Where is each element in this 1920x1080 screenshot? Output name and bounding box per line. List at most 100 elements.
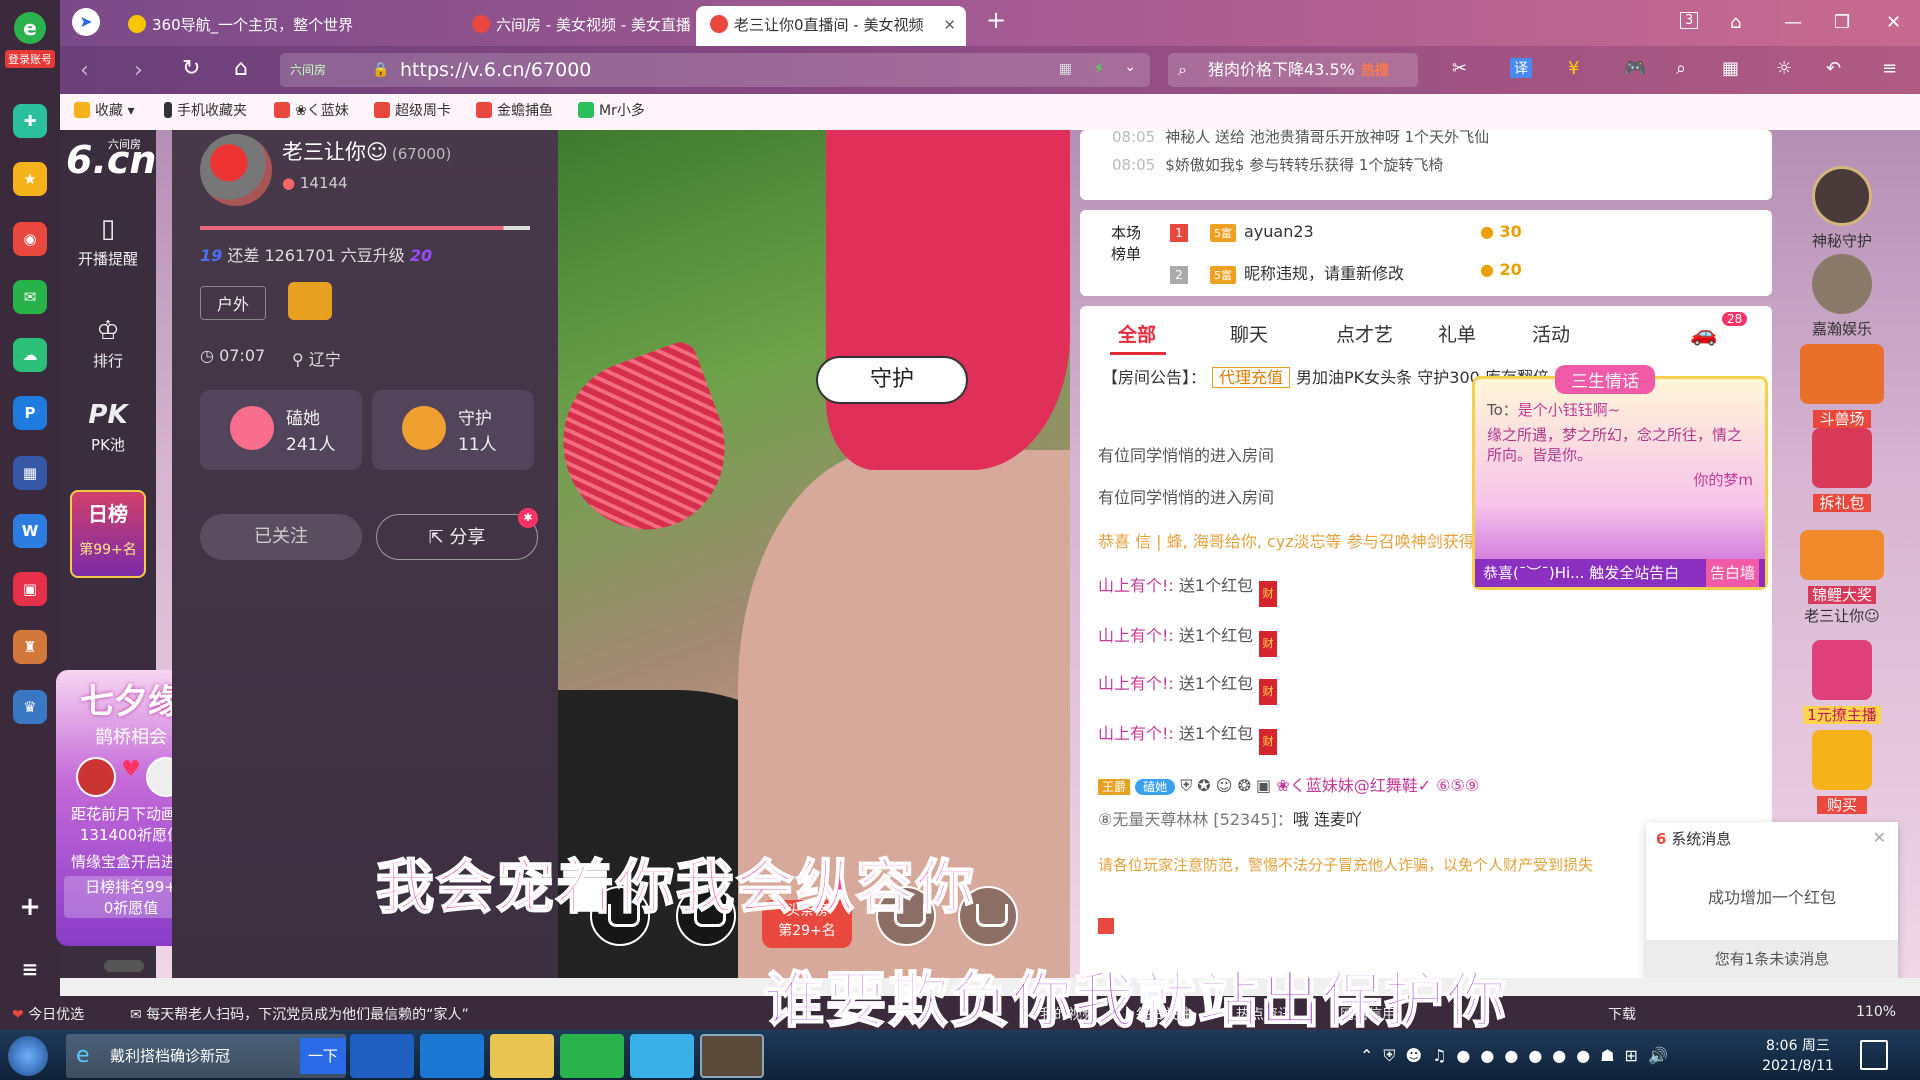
tab-talent[interactable]: 点才艺 [1336, 320, 1393, 347]
taskbar-ie-window[interactable]: e 戴利搭档确诊新冠 一下 [66, 1034, 346, 1078]
system-clock[interactable]: 8:06 周三 2021/8/11 [1748, 1036, 1848, 1076]
restore-icon[interactable]: ❐ [1834, 12, 1850, 33]
rank-entry[interactable]: 1 5富 ayuan23 ● 30 [1170, 222, 1522, 242]
shirt-icon[interactable]: ⌂ [1730, 12, 1741, 33]
search-box[interactable]: ⌕ 猪肉价格下降43.5% 热搜 [1168, 53, 1418, 87]
translate-icon[interactable]: 译 [1510, 58, 1532, 78]
mail-icon[interactable]: ✉ [13, 280, 47, 314]
anchor-name[interactable]: 老三让你☺ (67000) [282, 136, 451, 166]
bookmark-mrxiaoduo[interactable]: Mr小多 [578, 100, 645, 120]
tray-icons[interactable]: ⌃⛨☻♫●●●●●●☗⊞🔊 [1360, 1046, 1678, 1066]
share-button[interactable]: ⇱ 分享 [376, 514, 538, 560]
game-app-icon[interactable]: ▦ [13, 456, 47, 490]
home-icon[interactable]: ⌂ [234, 56, 248, 81]
find-icon[interactable]: ⌕ [1676, 58, 1686, 79]
guard-bubble[interactable]: 守护 [816, 356, 968, 404]
forward-icon[interactable]: › [134, 58, 143, 83]
lightning-icon[interactable]: ⚡ [1094, 61, 1104, 77]
user[interactable]: ❀く蓝妹妹@红舞鞋✓ ⑥⑤⑨ [1276, 776, 1479, 795]
bookmark-fishing[interactable]: 金蟾捕鱼 [476, 100, 553, 120]
trophy-icon[interactable] [288, 282, 332, 320]
minimize-icon[interactable]: — [1784, 12, 1802, 33]
browser-360-icon[interactable] [560, 1034, 624, 1078]
new-tab-icon[interactable]: + [986, 6, 1006, 34]
category-tag[interactable]: 户外 [200, 286, 267, 320]
koi-prize[interactable]: 锦鲤大奖 老三让你☺ [1792, 530, 1892, 626]
tab-count[interactable]: 3 [1680, 12, 1699, 29]
news-ticker[interactable]: ✉ 每天帮老人扫码，下沉党员成为他们最信赖的“家人” [130, 1004, 469, 1024]
menu-icon[interactable]: ≡ [13, 952, 47, 986]
bookmark-favorites[interactable]: 收藏 ▾ [74, 100, 134, 120]
guard-card[interactable]: 守护 11人 [372, 390, 534, 470]
tab-360[interactable]: 360导航_一个主页，整个世界 [114, 6, 444, 46]
xiaohongshu-icon[interactable]: ▣ [13, 572, 47, 606]
menu-icon[interactable]: ≡ [1882, 58, 1897, 79]
notice-tag[interactable]: 代理充值 [1212, 367, 1291, 388]
undo-icon[interactable]: ↶ [1826, 58, 1841, 79]
gamepad-icon[interactable]: 🎮 [1624, 58, 1646, 79]
app-k-icon[interactable] [350, 1034, 414, 1078]
star-icon[interactable]: ★ [13, 162, 47, 196]
jiahan-ent[interactable]: 嘉瀚娱乐 [1792, 254, 1892, 339]
back-icon[interactable]: ‹ [80, 58, 89, 83]
car-icon[interactable]: 🚗 [1690, 322, 1717, 347]
arena-button[interactable]: 斗兽场 [1792, 344, 1892, 429]
chevron-down-icon[interactable]: ⌄ [1124, 59, 1136, 75]
daily-rank-badge[interactable]: 日榜 第99+名 [70, 490, 146, 578]
user[interactable]: 山上有个!: [1098, 724, 1174, 743]
flag-icon[interactable] [1098, 918, 1114, 934]
add-icon[interactable]: + [13, 890, 47, 924]
close-tab-icon[interactable]: ✕ [943, 6, 956, 44]
bookmark-mobile[interactable]: 手机收藏夹 [164, 100, 247, 120]
tab-all[interactable]: 全部 [1118, 320, 1156, 347]
document-icon[interactable]: W [13, 514, 47, 548]
cloud-icon[interactable]: ☁ [13, 338, 47, 372]
user[interactable]: 山上有个!: [1098, 576, 1174, 595]
login-account-button[interactable]: e 登录账号 [5, 10, 55, 72]
user[interactable]: 山上有个!: [1098, 626, 1174, 645]
one-yuan-button[interactable]: 1元撩主播 [1792, 640, 1892, 725]
coin-icon[interactable]: ¥ [1568, 58, 1579, 79]
qr-icon[interactable]: ▦ [1059, 61, 1072, 77]
bookmark-weekcard[interactable]: 超级周卡 [374, 100, 451, 120]
confession-wall-button[interactable]: 告白墙 [1705, 559, 1759, 587]
folder-icon[interactable] [490, 1034, 554, 1078]
notification-center-icon[interactable] [1860, 1040, 1888, 1070]
gift-pack-button[interactable]: 拆礼包 [1792, 428, 1892, 513]
nav-live-reminder[interactable]: ▯ 开播提醒 [60, 214, 156, 269]
media-player-icon[interactable] [630, 1034, 694, 1078]
navigation-icon[interactable]: ➤ [72, 8, 100, 36]
ie-taskbar-icon[interactable] [420, 1034, 484, 1078]
game-icon[interactable]: ♜ [13, 630, 47, 664]
confession-popup[interactable]: 三生情话 To：是个小钰钰啊~ 缘之所遇，梦之所幻，念之所往，情之所向。皆是你。… [1472, 365, 1768, 590]
tab-gifts[interactable]: 礼单 [1438, 320, 1476, 347]
daily-pick[interactable]: ❤ 今日优选 [12, 1004, 84, 1024]
follow-button[interactable]: 已关注 [200, 514, 362, 560]
scissors-icon[interactable]: ✂ [1452, 58, 1467, 79]
carousel-dots[interactable] [104, 960, 144, 972]
tab-room[interactable]: 老三让你0直播间 - 美女视频 ✕ [696, 6, 966, 46]
game2-icon[interactable]: ♛ [13, 690, 47, 724]
rank-entry[interactable]: 2 5富 昵称违规，请重新修改 ● 20 [1170, 260, 1522, 284]
unread-message-link[interactable]: 您有1条未读消息 [1646, 940, 1898, 978]
app-active-icon[interactable] [700, 1034, 764, 1078]
close-icon[interactable]: ✕ [1873, 828, 1886, 847]
status-download[interactable]: 下载 [1608, 1004, 1636, 1024]
keta-card[interactable]: 磕她 241人 [200, 390, 362, 470]
user[interactable]: 山上有个!: [1098, 674, 1174, 693]
address-bar[interactable]: 六间房 🔒 https://v.6.cn/67000 ▦ ⚡ ⌄ [280, 53, 1150, 87]
anchor-avatar[interactable] [200, 134, 272, 206]
tab-chat[interactable]: 聊天 [1230, 320, 1268, 347]
zoom-level[interactable]: 110% [1856, 1004, 1896, 1020]
brightness-icon[interactable]: ☼ [1776, 58, 1792, 79]
close-window-icon[interactable]: ✕ [1886, 12, 1901, 33]
plus-app-icon[interactable]: ✚ [13, 104, 47, 138]
room-rank-title[interactable]: 本场榜单 [1106, 222, 1146, 264]
tab-activity[interactable]: 活动 [1532, 320, 1570, 347]
user[interactable]: ⑧无量天尊林林 [52345]： [1098, 810, 1293, 829]
nav-pk-pool[interactable]: PK PK池 [60, 400, 156, 455]
start-button[interactable] [8, 1036, 48, 1076]
p-app-icon[interactable]: P [13, 396, 47, 430]
search-button[interactable]: 一下 [299, 1038, 346, 1074]
refresh-icon[interactable]: ↻ [182, 56, 200, 81]
